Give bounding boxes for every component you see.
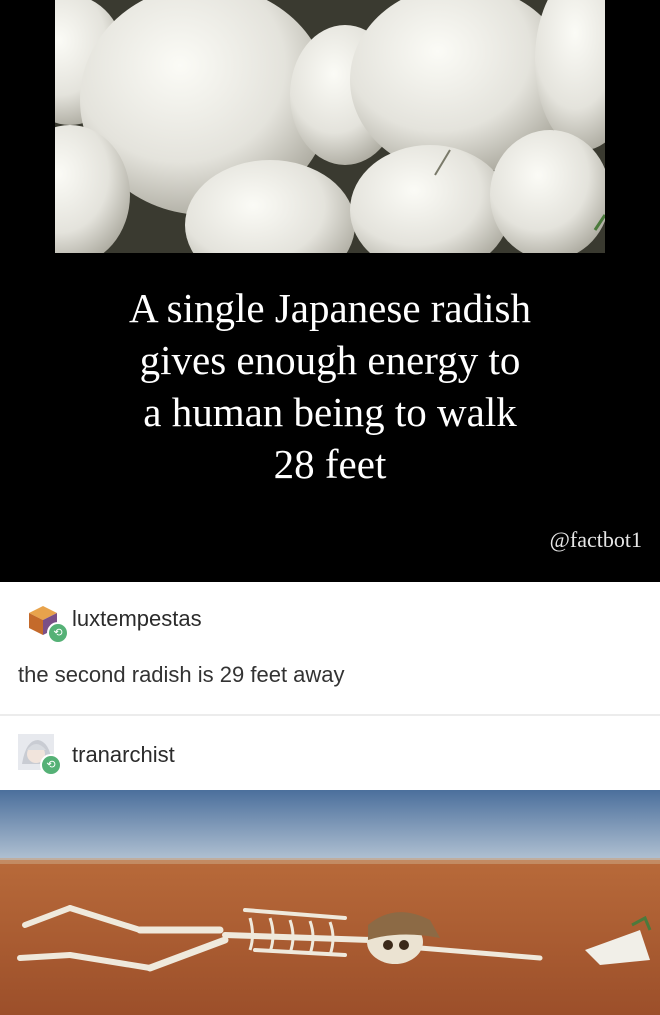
- reblog-icon: ⟲: [40, 754, 62, 776]
- reblog-username[interactable]: luxtempestas: [72, 606, 202, 632]
- radish-illustration: [55, 0, 605, 253]
- factbot-image: A single Japanese radish gives enough en…: [0, 0, 660, 582]
- fact-line: 28 feet: [273, 441, 387, 487]
- avatar[interactable]: ⟲: [25, 602, 69, 644]
- reblog-post: ⟲ luxtempestas the second radish is 29 f…: [0, 582, 660, 714]
- fact-line: A single Japanese radish: [129, 285, 531, 331]
- avatar[interactable]: ⟲: [18, 734, 62, 776]
- reblog-username[interactable]: tranarchist: [72, 742, 175, 768]
- fact-text: A single Japanese radish gives enough en…: [30, 282, 630, 490]
- skeleton-desert-image: [0, 790, 660, 1015]
- reblog-icon: ⟲: [47, 622, 69, 644]
- radish-photo: [55, 0, 605, 253]
- fact-line: gives enough energy to: [139, 337, 521, 383]
- reblog-text: the second radish is 29 feet away: [18, 662, 345, 687]
- watermark-handle: @factbot1: [549, 527, 642, 552]
- reblog-post: ⟲ tranarchist: [0, 716, 660, 792]
- skeleton-desert-illustration: [0, 790, 660, 1015]
- fact-line: a human being to walk: [143, 389, 517, 435]
